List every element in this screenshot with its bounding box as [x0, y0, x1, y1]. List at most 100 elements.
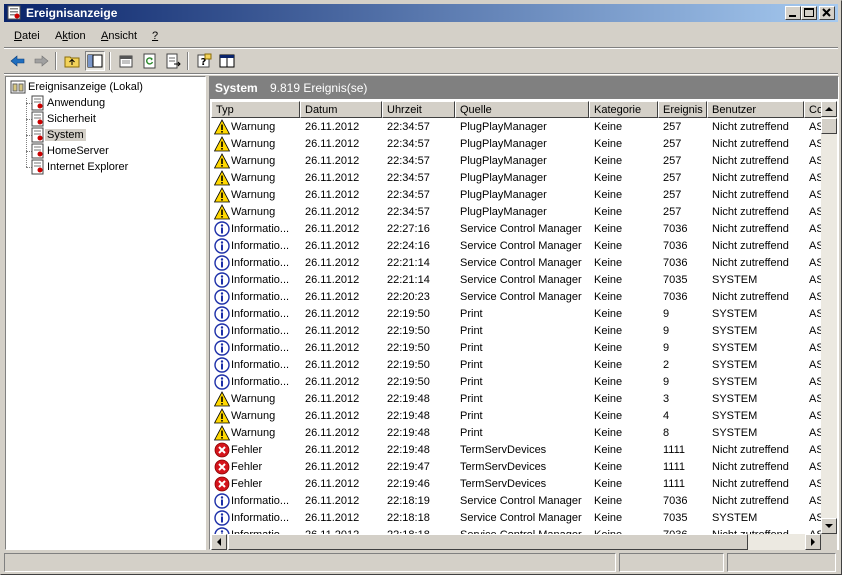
- menu-aktion[interactable]: Aktion: [55, 30, 86, 42]
- cell-benutzer: Nicht zutreffend: [712, 155, 789, 167]
- event-row[interactable]: Informatio... 26.11.2012 22:19:50 Print Kein…: [211, 323, 821, 340]
- refresh-button[interactable]: [140, 51, 160, 71]
- up-button[interactable]: [62, 51, 82, 71]
- event-row[interactable]: Warnung 26.11.2012 22:34:57 PlugPlayManager…: [211, 187, 821, 204]
- back-icon: [10, 55, 25, 67]
- tree-item-internet-explorer[interactable]: Internet Explorer: [31, 159, 130, 175]
- tree-item-label: Anwendung: [47, 97, 106, 109]
- window-title: Ereignisanzeige: [26, 6, 118, 20]
- event-list[interactable]: Typ Datum Uhrzeit Quelle Kategorie Ereig…: [211, 101, 821, 534]
- event-row[interactable]: Warnung 26.11.2012 22:34:57 PlugPlayManager…: [211, 170, 821, 187]
- console-button[interactable]: [217, 51, 237, 71]
- properties-button[interactable]: [116, 51, 136, 71]
- cell-computer: AS: [809, 427, 821, 439]
- column-header-kategorie[interactable]: Kategorie: [589, 101, 658, 118]
- vertical-scrollbar[interactable]: [821, 101, 837, 534]
- event-row[interactable]: Informatio... 26.11.2012 22:21:14 Service C…: [211, 272, 821, 289]
- tree-item-system[interactable]: System: [31, 127, 86, 143]
- scroll-down-button[interactable]: [821, 518, 837, 534]
- cell-computer: AS: [809, 478, 821, 490]
- column-header-typ[interactable]: Typ: [211, 101, 300, 118]
- cell-typ: Informatio...: [231, 291, 290, 303]
- cell-typ: Warnung: [231, 172, 276, 184]
- cell-ereignis: 7036: [663, 223, 688, 235]
- cell-kategorie: Keine: [594, 240, 623, 252]
- close-icon: [822, 8, 831, 17]
- event-row[interactable]: Informatio... 26.11.2012 22:19:50 Print Kein…: [211, 357, 821, 374]
- event-row[interactable]: Informatio... 26.11.2012 22:24:16 Service C…: [211, 238, 821, 255]
- menu-ansicht[interactable]: Ansicht: [101, 30, 137, 42]
- event-row[interactable]: Informatio... 26.11.2012 22:21:14 Service C…: [211, 255, 821, 272]
- event-row[interactable]: Informatio... 26.11.2012 22:19:50 Print Kein…: [211, 340, 821, 357]
- cell-uhrzeit: 22:19:47: [387, 461, 430, 473]
- cell-uhrzeit: 22:20:23: [387, 291, 430, 303]
- tree-root[interactable]: Ereignisanzeige (Lokal): [10, 79, 145, 95]
- event-row[interactable]: Warnung 26.11.2012 22:34:57 PlugPlayManager…: [211, 136, 821, 153]
- column-headers: Typ Datum Uhrzeit Quelle Kategorie Ereig…: [211, 101, 821, 118]
- arrow-right-icon: [811, 538, 815, 546]
- back-button[interactable]: [8, 51, 28, 71]
- tree-item-anwendung[interactable]: Anwendung: [31, 95, 107, 111]
- close-button[interactable]: [819, 6, 835, 20]
- tree-item-sicherheit[interactable]: Sicherheit: [31, 111, 98, 127]
- scroll-right-button[interactable]: [805, 534, 821, 550]
- export-list-button[interactable]: [163, 51, 183, 71]
- event-row[interactable]: Informatio... 26.11.2012 22:19:50 Print Kein…: [211, 374, 821, 391]
- cell-ereignis: 2: [663, 359, 670, 371]
- column-header-uhrzeit[interactable]: Uhrzeit: [382, 101, 455, 118]
- event-row[interactable]: Fehler 26.11.2012 22:19:47 TermServDevices K…: [211, 459, 821, 476]
- menu-help[interactable]: ?: [152, 30, 158, 42]
- event-row[interactable]: Informatio... 26.11.2012 22:20:23 Service C…: [211, 289, 821, 306]
- cell-datum: 26.11.2012: [305, 206, 360, 218]
- toolbar-separator: [187, 52, 189, 70]
- cell-quelle: Print: [460, 308, 483, 320]
- cell-ereignis: 7036: [663, 240, 688, 252]
- vertical-scroll-thumb[interactable]: [821, 118, 837, 134]
- cell-kategorie: Keine: [594, 274, 623, 286]
- menu-bar: Datei Aktion Ansicht ?: [4, 26, 838, 46]
- event-row[interactable]: Informatio... 26.11.2012 22:19:50 Print Kein…: [211, 306, 821, 323]
- event-viewer-icon: [7, 5, 21, 20]
- horizontal-scroll-thumb[interactable]: [228, 534, 748, 550]
- event-row[interactable]: Fehler 26.11.2012 22:19:48 TermServDevices K…: [211, 442, 821, 459]
- event-row[interactable]: Warnung 26.11.2012 22:19:48 Print Keine 3 SYST…: [211, 391, 821, 408]
- event-row[interactable]: Warnung 26.11.2012 22:34:57 PlugPlayManager…: [211, 153, 821, 170]
- properties-icon: [119, 55, 133, 68]
- forward-button[interactable]: [31, 51, 51, 71]
- maximize-button[interactable]: [801, 6, 817, 20]
- minimize-button[interactable]: [785, 6, 801, 20]
- event-row[interactable]: Informatio...26.11.201222:18:18Service C…: [211, 510, 821, 527]
- column-header-computer[interactable]: Co: [804, 101, 821, 118]
- menu-datei[interactable]: Datei: [14, 30, 40, 42]
- event-row[interactable]: Warnung 26.11.2012 22:34:57 PlugPlayManager…: [211, 119, 821, 136]
- cell-typ: Warnung: [231, 410, 276, 422]
- scroll-left-button[interactable]: [211, 534, 227, 550]
- title-bar[interactable]: Ereignisanzeige: [4, 4, 838, 22]
- info-icon: [214, 289, 230, 305]
- toolbar-separator: [55, 52, 57, 70]
- column-header-quelle[interactable]: Quelle: [455, 101, 589, 118]
- column-header-benutzer[interactable]: Benutzer: [707, 101, 804, 118]
- scroll-up-button[interactable]: [821, 101, 837, 117]
- event-row[interactable]: Warnung 26.11.2012 22:19:48 Print Keine 4 SYST…: [211, 408, 821, 425]
- cell-typ: Warnung: [231, 427, 276, 439]
- event-row[interactable]: Informatio...26.11.201222:18:18Service C…: [211, 527, 821, 534]
- event-row[interactable]: Informatio... 26.11.2012 22:27:16 Service C…: [211, 221, 821, 238]
- tree-item-homeserver[interactable]: HomeServer: [31, 143, 111, 159]
- help-button[interactable]: ?: [194, 51, 214, 71]
- cell-datum: 26.11.2012: [305, 376, 360, 388]
- show-hide-tree-button[interactable]: [85, 51, 105, 71]
- event-row[interactable]: Informatio... 26.11.2012 22:18:19 Service C…: [211, 493, 821, 510]
- event-row[interactable]: Fehler 26.11.2012 22:19:46 TermServDevices K…: [211, 476, 821, 493]
- column-header-ereignis[interactable]: Ereignis: [658, 101, 707, 118]
- cell-uhrzeit: 22:19:48: [387, 393, 430, 405]
- cell-computer: AS: [809, 274, 821, 286]
- event-row[interactable]: Warnung 26.11.2012 22:34:57 PlugPlayManager…: [211, 204, 821, 221]
- event-row[interactable]: Warnung 26.11.2012 22:19:48 Print Keine 8 SYST…: [211, 425, 821, 442]
- cell-datum: 26.11.2012: [305, 410, 360, 422]
- cell-ereignis: 1111: [663, 461, 686, 473]
- column-header-datum[interactable]: Datum: [300, 101, 382, 118]
- horizontal-scrollbar[interactable]: [211, 534, 821, 550]
- cell-benutzer: Nicht zutreffend: [712, 461, 789, 473]
- cell-ereignis: 257: [663, 155, 682, 167]
